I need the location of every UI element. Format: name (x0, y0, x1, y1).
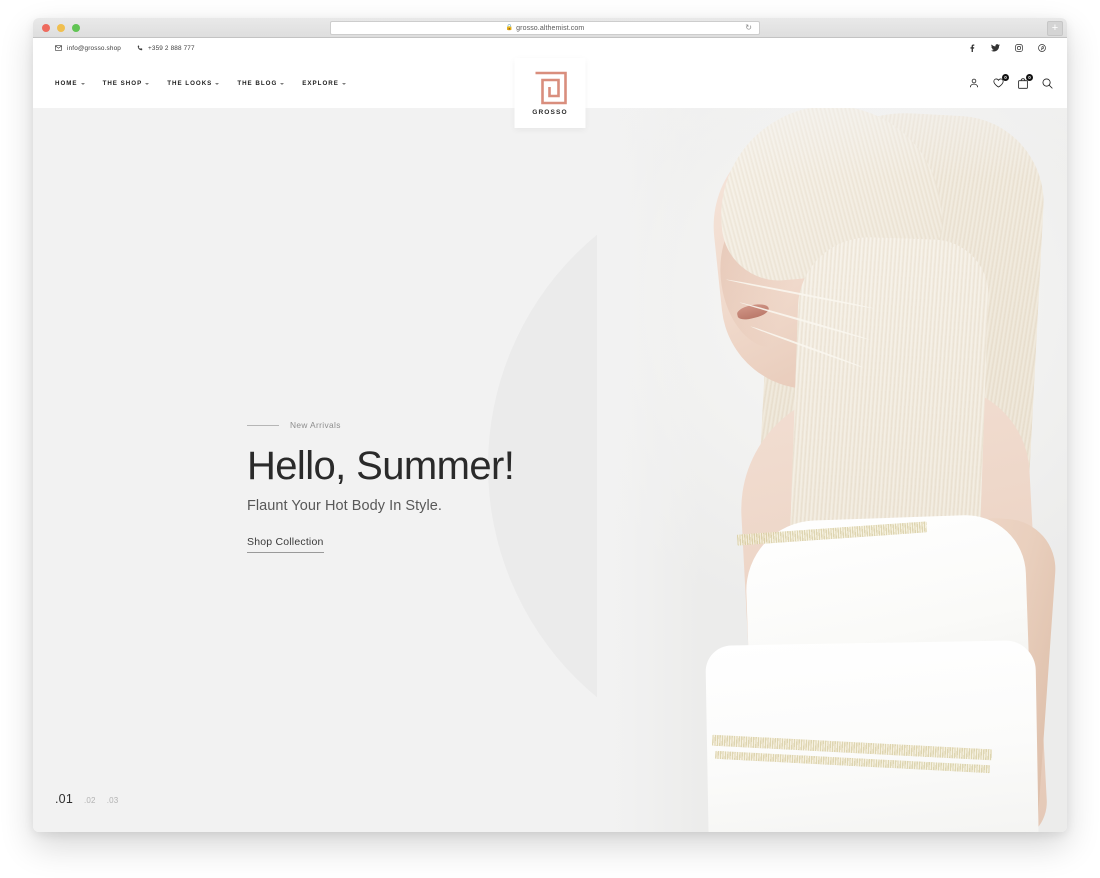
nav-label: THE BLOG (237, 79, 278, 87)
chevron-down-icon (145, 82, 150, 85)
phone-link[interactable]: +359 2 888 777 (137, 45, 195, 52)
facebook-icon[interactable] (968, 44, 976, 52)
twitter-icon[interactable] (991, 44, 1000, 52)
spiral-g-maze-icon (533, 71, 567, 105)
instagram-icon[interactable] (1015, 44, 1023, 52)
url-text: grosso.althemist.com (516, 24, 585, 32)
browser-title-bar: 🔒 grosso.althemist.com ↻ + (33, 18, 1067, 38)
email-link[interactable]: info@grosso.shop (55, 45, 121, 52)
cart-button[interactable]: 0 (1018, 73, 1033, 89)
cart-count-badge: 0 (1026, 73, 1033, 81)
top-contact-bar: info@grosso.shop +359 2 888 777 (33, 38, 1067, 58)
minimize-window-button[interactable] (57, 24, 65, 32)
site-logo[interactable]: GROSSO (514, 58, 586, 128)
site-header: HOME THE SHOP THE LOOKS THE BLOG EXPLORE (33, 58, 1067, 128)
chevron-down-icon (280, 82, 285, 85)
hero-subtitle: Flaunt Your Hot Body In Style. (247, 498, 442, 515)
photo-top-fade (597, 88, 1067, 832)
chevron-down-icon (80, 82, 85, 85)
logo-text: GROSSO (532, 108, 568, 116)
hero-eyebrow-text: New Arrivals (290, 420, 341, 430)
lock-icon: 🔒 (505, 25, 514, 31)
slide-indicators: .01 .02 .03 (55, 792, 118, 806)
phone-icon (137, 45, 143, 51)
wishlist-count-badge: 0 (1002, 74, 1009, 81)
social-links (968, 44, 1053, 52)
main-navigation: HOME THE SHOP THE LOOKS THE BLOG EXPLORE (55, 58, 346, 108)
chevron-down-icon (341, 82, 346, 85)
search-icon (1042, 78, 1053, 89)
account-button[interactable] (969, 78, 979, 88)
nav-item-the-shop[interactable]: THE SHOP (103, 80, 150, 87)
address-bar[interactable]: 🔒 grosso.althemist.com ↻ (330, 21, 760, 35)
slide-indicator-3[interactable]: .03 (107, 796, 119, 805)
nav-item-explore[interactable]: EXPLORE (302, 80, 346, 87)
window-controls[interactable] (42, 24, 80, 32)
hero-copy: New Arrivals Hello, Summer! Flaunt Your … (247, 420, 515, 554)
slide-indicator-1[interactable]: .01 (55, 792, 73, 806)
eyebrow-rule (247, 424, 279, 426)
shop-collection-link[interactable]: Shop Collection (247, 536, 324, 554)
nav-label: THE SHOP (102, 79, 143, 87)
slide-indicator-2[interactable]: .02 (84, 796, 96, 805)
header-actions: 0 0 (969, 58, 1053, 108)
hero-slider: New Arrivals Hello, Summer! Flaunt Your … (33, 88, 1067, 832)
page-viewport: info@grosso.shop +359 2 888 777 HOME THE… (33, 38, 1067, 832)
search-button[interactable] (1042, 78, 1053, 89)
nav-label: THE LOOKS (167, 79, 213, 87)
reload-icon[interactable]: ↻ (745, 24, 752, 32)
nav-label: HOME (55, 79, 78, 87)
wishlist-button[interactable]: 0 (993, 74, 1009, 88)
nav-label: EXPLORE (302, 79, 339, 87)
user-icon (969, 78, 979, 88)
chevron-down-icon (215, 82, 220, 85)
email-text: info@grosso.shop (67, 44, 122, 52)
phone-text: +359 2 888 777 (148, 44, 195, 52)
envelope-icon (55, 45, 62, 51)
hero-model-photo (597, 88, 1067, 832)
nav-item-home[interactable]: HOME (55, 80, 85, 87)
new-tab-button[interactable]: + (1047, 21, 1063, 36)
hero-eyebrow: New Arrivals (247, 420, 514, 430)
contact-group: info@grosso.shop +359 2 888 777 (55, 45, 195, 52)
browser-window: 🔒 grosso.althemist.com ↻ + info@grosso.s… (33, 18, 1067, 832)
maximize-window-button[interactable] (72, 24, 80, 32)
nav-item-the-looks[interactable]: THE LOOKS (167, 79, 220, 87)
pinterest-icon[interactable] (1038, 44, 1046, 52)
hero-title: Hello, Summer! (247, 444, 515, 488)
nav-item-the-blog[interactable]: THE BLOG (237, 79, 285, 87)
close-window-button[interactable] (42, 24, 50, 32)
